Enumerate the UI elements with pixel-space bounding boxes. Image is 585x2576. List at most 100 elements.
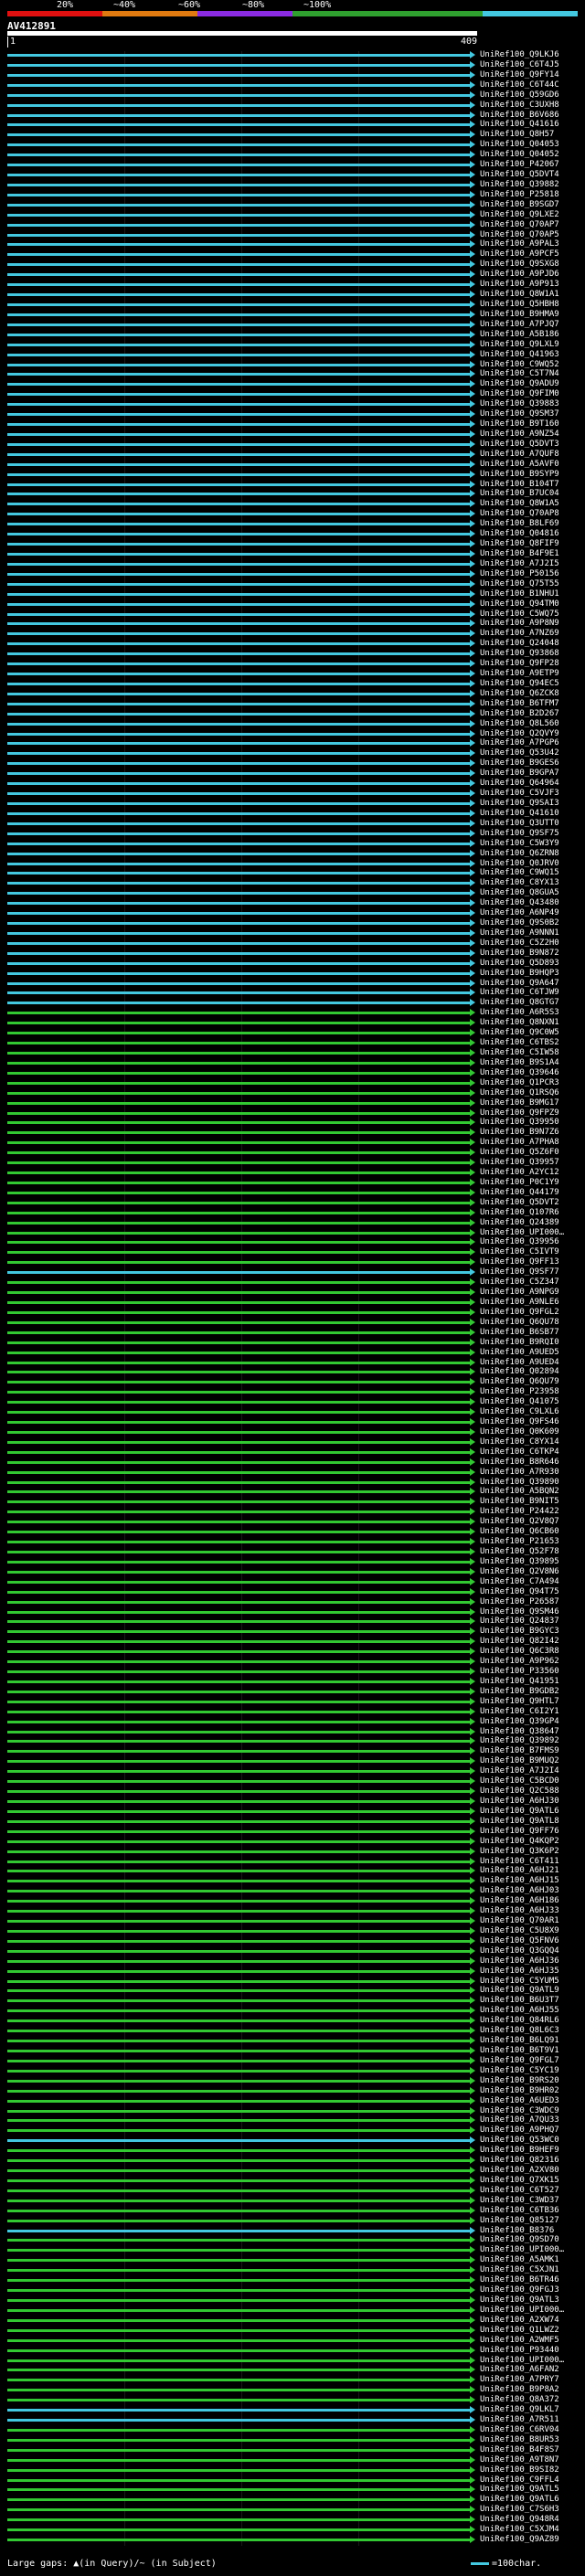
hit-row[interactable]: UniRef100_C6TB36	[0, 2206, 585, 2216]
hit-row[interactable]: UniRef100_C6RV04	[0, 2425, 585, 2435]
hit-name[interactable]: UniRef100_Q02894	[480, 1367, 559, 1376]
hit-name[interactable]: UniRef100_B1NHU1	[480, 589, 559, 599]
hit-name[interactable]: UniRef100_A6R5S3	[480, 1008, 559, 1017]
hit-row[interactable]: UniRef100_A7PGP6	[0, 738, 585, 748]
hit-name[interactable]: UniRef100_A6HJ55	[480, 2006, 559, 2015]
hit-name[interactable]: UniRef100_C5WQ75	[480, 610, 559, 619]
hit-name[interactable]: UniRef100_Q7XK15	[480, 2176, 559, 2185]
hit-name[interactable]: UniRef100_A9NZ54	[480, 429, 559, 439]
hit-row[interactable]: UniRef100_C5IW58	[0, 1048, 585, 1058]
hit-row[interactable]: UniRef100_Q39957	[0, 1158, 585, 1168]
hit-name[interactable]: UniRef100_Q9LKJ6	[480, 50, 559, 59]
hit-name[interactable]: UniRef100_B9N7Z6	[480, 1128, 559, 1137]
hit-row[interactable]: UniRef100_B9GYC3	[0, 1627, 585, 1637]
hit-name[interactable]: UniRef100_Q93868	[480, 649, 559, 658]
hit-row[interactable]: UniRef100_Q6QU79	[0, 1377, 585, 1387]
hit-row[interactable]: UniRef100_A6HJ35	[0, 1966, 585, 1977]
hit-name[interactable]: UniRef100_Q39646	[480, 1068, 559, 1077]
hit-row[interactable]: UniRef100_Q9A647	[0, 979, 585, 989]
hit-name[interactable]: UniRef100_Q9ATL6	[480, 2495, 559, 2504]
hit-row[interactable]: UniRef100_C5W3Y9	[0, 839, 585, 849]
hit-row[interactable]: UniRef100_C5IVT9	[0, 1247, 585, 1257]
hit-name[interactable]: UniRef100_C5T7N4	[480, 369, 559, 378]
hit-row[interactable]: UniRef100_Q1RSQ6	[0, 1088, 585, 1098]
hit-row[interactable]: UniRef100_B8UR53	[0, 2435, 585, 2445]
hit-row[interactable]: UniRef100_Q5D893	[0, 959, 585, 969]
hit-name[interactable]: UniRef100_Q39956	[480, 1237, 559, 1246]
hit-name[interactable]: UniRef100_UPI000…	[480, 1228, 564, 1237]
hit-name[interactable]: UniRef100_C5BCD0	[480, 1776, 559, 1786]
hit-name[interactable]: UniRef100_Q39882	[480, 180, 559, 189]
hit-name[interactable]: UniRef100_Q9ATL9	[480, 1986, 559, 1995]
hit-name[interactable]: UniRef100_Q8L560	[480, 719, 559, 728]
hit-name[interactable]: UniRef100_A9NLE6	[480, 1298, 559, 1307]
hit-row[interactable]: UniRef100_B9HEF9	[0, 2146, 585, 2156]
hit-row[interactable]: UniRef100_C5BCD0	[0, 1776, 585, 1786]
hit-name[interactable]: UniRef100_A9UED5	[480, 1348, 559, 1357]
hit-name[interactable]: UniRef100_A9P913	[480, 280, 559, 289]
hit-name[interactable]: UniRef100_B9SYP9	[480, 470, 559, 479]
hit-name[interactable]: UniRef100_Q1LWZ2	[480, 2326, 559, 2335]
hit-name[interactable]: UniRef100_Q41610	[480, 809, 559, 818]
hit-row[interactable]: UniRef100_Q53WC0	[0, 2136, 585, 2146]
hit-name[interactable]: UniRef100_B9HR02	[480, 2086, 559, 2095]
hit-row[interactable]: UniRef100_A7J2I5	[0, 559, 585, 569]
hit-name[interactable]: UniRef100_B9HEF9	[480, 2146, 559, 2155]
hit-row[interactable]: UniRef100_C3UXH8	[0, 101, 585, 111]
hit-row[interactable]: UniRef100_A7R511	[0, 2415, 585, 2425]
hit-name[interactable]: UniRef100_Q5HBH8	[480, 300, 559, 309]
hit-row[interactable]: UniRef100_A9ETP9	[0, 669, 585, 679]
hit-name[interactable]: UniRef100_A6HJ35	[480, 1966, 559, 1976]
hit-name[interactable]: UniRef100_A2YC12	[480, 1168, 559, 1177]
hit-name[interactable]: UniRef100_Q107R6	[480, 1208, 559, 1217]
hit-row[interactable]: UniRef100_Q9SF77	[0, 1267, 585, 1277]
hit-row[interactable]: UniRef100_Q9FS46	[0, 1417, 585, 1427]
hit-name[interactable]: UniRef100_C5U8X9	[480, 1926, 559, 1935]
hit-name[interactable]: UniRef100_Q2C588	[480, 1786, 559, 1796]
hit-row[interactable]: UniRef100_Q24389	[0, 1218, 585, 1228]
hit-name[interactable]: UniRef100_A9ETP9	[480, 669, 559, 678]
hit-name[interactable]: UniRef100_C5Z347	[480, 1277, 559, 1287]
hit-row[interactable]: UniRef100_Q9FF76	[0, 1827, 585, 1837]
hit-name[interactable]: UniRef100_B7FMS9	[480, 1746, 559, 1755]
hit-name[interactable]: UniRef100_UPI000…	[480, 2356, 564, 2365]
hit-name[interactable]: UniRef100_B9MUQ2	[480, 1756, 559, 1765]
hit-row[interactable]: UniRef100_Q9LKJ6	[0, 50, 585, 60]
hit-name[interactable]: UniRef100_B6SB77	[480, 1328, 559, 1337]
hit-name[interactable]: UniRef100_Q9FGL2	[480, 1308, 559, 1317]
hit-name[interactable]: UniRef100_C8YX14	[480, 1437, 559, 1447]
hit-name[interactable]: UniRef100_A7R930	[480, 1468, 559, 1477]
hit-name[interactable]: UniRef100_Q948R4	[480, 2515, 559, 2524]
hit-row[interactable]: UniRef100_A2YC12	[0, 1168, 585, 1178]
hit-row[interactable]: UniRef100_Q5Z6F0	[0, 1148, 585, 1158]
hit-row[interactable]: UniRef100_Q9ATL8	[0, 1817, 585, 1827]
hit-row[interactable]: UniRef100_C8YX14	[0, 1437, 585, 1447]
hit-name[interactable]: UniRef100_Q70AR1	[480, 1916, 559, 1925]
hit-row[interactable]: UniRef100_C5VJF3	[0, 789, 585, 799]
hit-name[interactable]: UniRef100_C6T411	[480, 1857, 559, 1866]
hit-name[interactable]: UniRef100_C6T4J5	[480, 60, 559, 69]
hit-name[interactable]: UniRef100_Q9LXE2	[480, 210, 559, 219]
hit-row[interactable]: UniRef100_Q9LKL7	[0, 2405, 585, 2415]
hit-row[interactable]: UniRef100_A7PHA8	[0, 1138, 585, 1148]
hit-row[interactable]: UniRef100_B4F8S7	[0, 2445, 585, 2455]
hit-row[interactable]: UniRef100_Q9SD70	[0, 2235, 585, 2245]
hit-row[interactable]: UniRef100_Q9AZ89	[0, 2535, 585, 2545]
hit-row[interactable]: UniRef100_Q84RL6	[0, 2016, 585, 2026]
hit-row[interactable]: UniRef100_Q9FY14	[0, 70, 585, 80]
hit-row[interactable]: UniRef100_Q8L560	[0, 719, 585, 729]
hit-row[interactable]: UniRef100_Q9C0W5	[0, 1028, 585, 1038]
hit-row[interactable]: UniRef100_C6T4J5	[0, 60, 585, 70]
hit-row[interactable]: UniRef100_A7QU33	[0, 2115, 585, 2125]
hit-name[interactable]: UniRef100_Q39895	[480, 1557, 559, 1566]
hit-row[interactable]: UniRef100_Q64964	[0, 779, 585, 789]
hit-name[interactable]: UniRef100_B9P8A2	[480, 2385, 559, 2394]
hit-row[interactable]: UniRef100_C5YUM5	[0, 1977, 585, 1987]
hit-name[interactable]: UniRef100_Q5DVT4	[480, 170, 559, 179]
hit-row[interactable]: UniRef100_B9RQI0	[0, 1338, 585, 1348]
hit-name[interactable]: UniRef100_UPI000…	[480, 2306, 564, 2315]
hit-row[interactable]: UniRef100_C5T7N4	[0, 369, 585, 379]
hit-row[interactable]: UniRef100_B7FMS9	[0, 1746, 585, 1756]
hit-name[interactable]: UniRef100_Q9FGL7	[480, 2056, 559, 2065]
hit-row[interactable]: UniRef100_Q6CB60	[0, 1527, 585, 1537]
